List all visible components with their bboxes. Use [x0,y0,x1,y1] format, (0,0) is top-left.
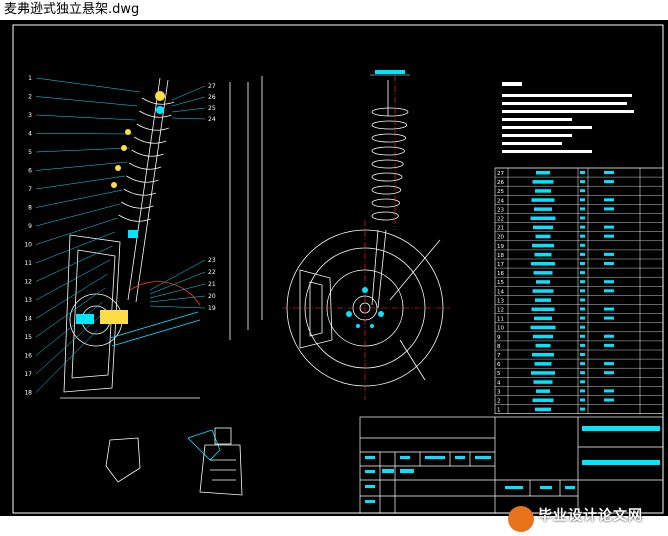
part-number-label: 17 [24,371,32,378]
part-number-label: 14 [24,316,32,323]
part-number-label: 25 [208,105,216,112]
part-number-label: 21 [208,281,216,288]
bom-row-number: 14 [497,289,504,295]
window-title: 麦弗逊式独立悬架.dwg [0,0,668,20]
part-number-label: 22 [208,269,216,276]
bom-row-number: 15 [497,280,504,286]
part-number-label: 10 [24,242,32,249]
title-block-fills [365,426,660,503]
bom-row-number: 17 [497,262,504,268]
part-number-label: 23 [208,257,216,264]
bom-row-number: 21 [497,226,504,232]
front-view-spring [371,107,409,221]
part-number-label: 16 [24,353,32,360]
bom-row-number: 26 [497,180,504,186]
bom-row-number: 18 [497,253,504,259]
bom-row-number: 23 [497,207,504,213]
bom-row-number: 19 [497,244,504,250]
bom-row-number: 5 [497,371,501,377]
bom-row-number: 27 [497,171,504,177]
bom-row-number: 10 [497,326,504,332]
strut-side-view [60,76,263,399]
strut-parts-highlight [100,91,165,324]
bom-row-number: 22 [497,217,504,223]
cad-drawing-canvas[interactable]: 1 2 3 4 5 6 7 8 9 10 11 12 13 14 15 16 17 18 27 26 25 24 23 22 2… [0,20,668,533]
part-number-label: 24 [208,116,216,123]
bom-row-number: 12 [497,308,504,314]
technical-notes [502,82,634,153]
part-number-label: 27 [208,83,216,90]
part-number-label: 2 [28,94,32,101]
part-number-label: 15 [24,334,32,341]
part-number-label: 13 [24,297,32,304]
part-number-label: 4 [28,131,32,138]
part-number-label: 18 [24,390,32,397]
part-number-label: 6 [28,168,32,175]
bom-row-number: 1 [497,408,501,414]
bom-row-number: 2 [497,399,501,405]
part-number-label: 3 [28,112,32,119]
part-number-label: 1 [28,75,32,82]
part-number-label: 19 [208,305,216,312]
bom-row-number: 20 [497,235,504,241]
bom-row-number: 11 [497,317,504,323]
bom-row-number: 16 [497,271,504,277]
bom-row-number: 8 [497,344,501,350]
strut-accent-parts [76,106,164,324]
part-number-label: 26 [208,94,216,101]
watermark-emblem-icon [508,506,534,532]
bom-row-number: 6 [497,362,501,368]
detail-views [105,427,243,496]
part-number-label: 9 [28,223,32,230]
part-number-label: 12 [24,279,32,286]
part-number-label: 20 [208,293,216,300]
part-number-label: 8 [28,205,32,212]
bom-row-number: 9 [497,335,501,341]
watermark-url: www.56doc.com [564,523,638,533]
bom-row-number: 24 [497,198,504,204]
part-number-label: 7 [28,186,32,193]
bom-row-number: 13 [497,298,504,304]
front-view-centerlines [282,75,450,400]
bom-row-number: 25 [497,189,504,195]
part-number-label: 11 [24,260,32,267]
drawing-svg: 1234567891011121314151617182726252423222… [12,24,664,514]
bom-row-number: 3 [497,389,501,395]
bill-of-materials-table: 2726252423222120191817161514131211109876… [494,167,664,414]
part-number-label: 5 [28,149,32,156]
front-view-dimension [370,70,410,76]
bom-row-number: 7 [497,353,501,359]
watermark-logo: 毕业设计论文网 www.56doc.com [504,504,668,536]
watermark-text: 毕业设计论文网 [538,508,643,524]
bom-row-number: 4 [497,380,501,386]
